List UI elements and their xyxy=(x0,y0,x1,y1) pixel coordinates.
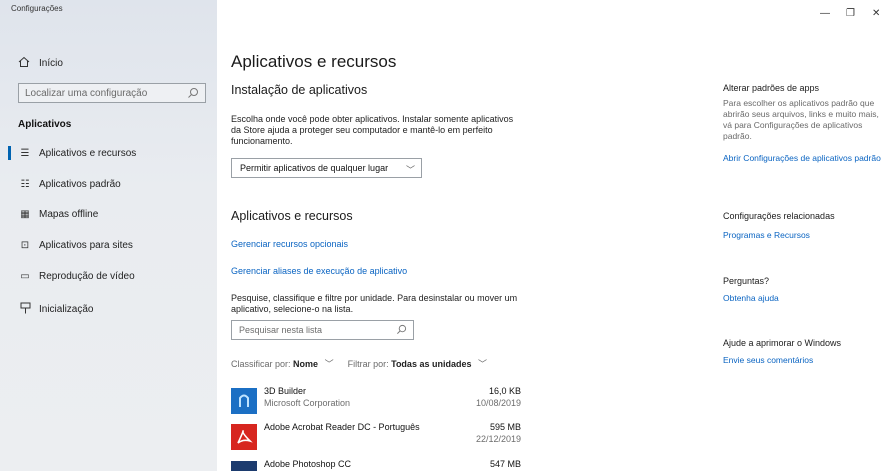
apps-description: Pesquise, classifique e filtre por unida… xyxy=(231,293,518,314)
app-name: Adobe Photoshop CC xyxy=(264,459,352,469)
sort-filter-bar: Classificar por: Nome ﹀ Filtrar por: Tod… xyxy=(231,357,487,370)
sidebar-item-label: Aplicativos e recursos xyxy=(39,147,137,159)
install-source-value: Permitir aplicativos de qualquer lugar xyxy=(240,163,389,173)
home-icon xyxy=(18,56,32,71)
sidebar-item-startup[interactable]: Inicialização xyxy=(18,301,93,317)
manage-execution-aliases-link[interactable]: Gerenciar aliases de execução de aplicat… xyxy=(231,266,407,276)
app-size: 595 MB xyxy=(489,422,521,432)
related-settings-heading: Configurações relacionadas xyxy=(723,211,835,221)
sidebar-item-label: Inicialização xyxy=(39,303,94,315)
defaults-text: Para escolher os aplicativos padrão que … xyxy=(723,98,879,141)
sidebar: Configurações Início Localizar uma confi… xyxy=(0,0,217,471)
install-source-dropdown[interactable]: Permitir aplicativos de qualquer lugar ﹀ xyxy=(231,158,422,178)
settings-search-placeholder: Localizar uma configuração xyxy=(25,87,148,99)
sort-label: Classificar por: xyxy=(231,359,291,369)
offline-maps-icon: ▦ xyxy=(20,208,30,220)
app-size: 547 MB xyxy=(489,459,521,469)
page-title: Aplicativos e recursos xyxy=(231,52,397,71)
sort-value: Nome xyxy=(293,359,319,369)
active-indicator xyxy=(8,146,11,160)
acrobat-reader-icon xyxy=(231,424,257,450)
photoshop-icon xyxy=(231,461,257,471)
video-playback-icon: ▭ xyxy=(20,270,30,282)
app-date: 22/12/2019 xyxy=(475,434,521,444)
nav-home[interactable]: Início xyxy=(18,55,63,71)
list-item[interactable]: Adobe Acrobat Reader DC - Português 595 … xyxy=(231,421,521,455)
defaults-heading: Alterar padrões de apps xyxy=(723,83,820,93)
app-list-search-input[interactable]: Pesquisar nesta lista xyxy=(231,320,414,340)
chevron-down-icon: ﹀ xyxy=(405,165,415,175)
install-heading: Instalação de aplicativos xyxy=(231,83,368,97)
settings-search-input[interactable]: Localizar uma configuração xyxy=(18,83,206,103)
apps-heading: Aplicativos e recursos xyxy=(231,209,353,223)
app-size: 16,0 KB xyxy=(488,386,521,396)
search-icon[interactable] xyxy=(187,87,199,99)
close-button[interactable]: ✕ xyxy=(872,8,880,19)
sort-control[interactable]: Classificar por: Nome ﹀ xyxy=(231,357,334,370)
questions-heading: Perguntas? xyxy=(723,276,770,286)
sidebar-item-label: Reprodução de vídeo xyxy=(39,270,135,282)
filter-value: Todas as unidades xyxy=(391,359,472,369)
manage-optional-features-link[interactable]: Gerenciar recursos opcionais xyxy=(231,239,348,249)
list-item[interactable]: Adobe Photoshop CC 547 MB xyxy=(231,458,521,471)
sidebar-item-label: Mapas offline xyxy=(39,208,99,220)
apps-websites-icon: ⊡ xyxy=(20,239,30,251)
sidebar-item-label: Aplicativos padrão xyxy=(39,178,121,190)
install-description: Escolha onde você pode obter aplicativos… xyxy=(231,114,514,146)
filter-label: Filtrar por: xyxy=(347,359,389,369)
window-title: Configurações xyxy=(11,4,63,13)
default-apps-icon: ☷ xyxy=(20,178,30,190)
app-name: Adobe Acrobat Reader DC - Português xyxy=(264,422,420,432)
app-publisher: Microsoft Corporation xyxy=(264,398,351,408)
list-item[interactable]: 3D Builder Microsoft Corporation 16,0 KB… xyxy=(231,385,521,419)
apps-features-icon: ☰ xyxy=(20,147,30,159)
sidebar-item-apps-websites[interactable]: ⊡ Aplicativos para sites xyxy=(18,237,133,253)
improve-windows-heading: Ajude a aprimorar o Windows xyxy=(723,338,842,348)
send-feedback-link[interactable]: Envie seus comentários xyxy=(723,355,881,366)
get-help-link[interactable]: Obtenha ajuda xyxy=(723,293,881,304)
3d-builder-icon xyxy=(231,388,257,414)
startup-icon xyxy=(18,302,32,317)
minimize-button[interactable]: — xyxy=(820,8,830,19)
open-default-apps-link[interactable]: Abrir Configurações de aplicativos padrã… xyxy=(723,153,881,164)
sidebar-section-heading: Aplicativos xyxy=(18,119,72,130)
maximize-button[interactable]: ❐ xyxy=(846,8,855,19)
app-date: 10/08/2019 xyxy=(475,398,521,408)
sidebar-item-label: Aplicativos para sites xyxy=(39,239,133,251)
chevron-down-icon: ﹀ xyxy=(477,359,487,369)
filter-control[interactable]: Filtrar por: Todas as unidades ﹀ xyxy=(348,357,487,370)
nav-home-label: Início xyxy=(39,57,63,69)
programs-features-link[interactable]: Programas e Recursos xyxy=(723,230,881,241)
sidebar-item-offline-maps[interactable]: ▦ Mapas offline xyxy=(18,206,98,222)
sidebar-item-apps-features[interactable]: ☰ Aplicativos e recursos xyxy=(18,145,137,161)
chevron-down-icon: ﹀ xyxy=(324,359,334,369)
app-list-search-placeholder: Pesquisar nesta lista xyxy=(239,325,323,335)
sidebar-item-default-apps[interactable]: ☷ Aplicativos padrão xyxy=(18,176,121,192)
app-name: 3D Builder xyxy=(264,386,307,396)
sidebar-item-video-playback[interactable]: ▭ Reprodução de vídeo xyxy=(18,268,135,284)
search-icon[interactable] xyxy=(396,324,407,335)
